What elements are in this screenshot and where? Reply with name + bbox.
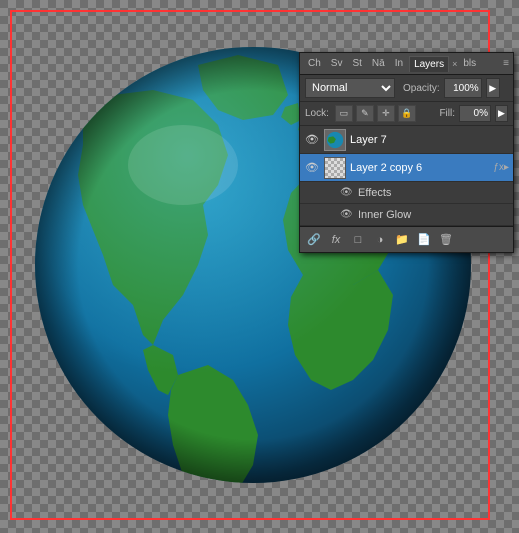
lock-position-btn[interactable]: ✛ <box>377 105 395 122</box>
effect-inner-glow[interactable]: 👁 Inner Glow <box>300 204 513 226</box>
tab-bls[interactable]: bls <box>459 56 480 71</box>
layer-group-btn[interactable]: 📁 <box>392 230 412 250</box>
lock-all-btn[interactable]: 🔒 <box>398 105 416 122</box>
tab-sv[interactable]: Sv <box>327 56 347 71</box>
add-mask-btn[interactable]: □ <box>348 230 368 250</box>
layer-name-layer7: Layer 7 <box>350 134 509 146</box>
panel-menu-icon[interactable]: ≡ <box>503 58 509 69</box>
opacity-input[interactable] <box>444 78 482 98</box>
new-layer-btn[interactable]: 📄 <box>414 230 434 250</box>
layers-panel: Ch Sv St Nā In Layers × bls ≡ Normal Opa… <box>299 52 514 253</box>
effect-header[interactable]: 👁 Effects <box>300 182 513 204</box>
effect-header-eye[interactable]: 👁 <box>340 187 354 198</box>
delete-layer-btn[interactable]: 🗑 <box>436 230 456 250</box>
panel-toolbar: 🔗 fx □ ◑ 📁 📄 🗑 <box>300 226 513 252</box>
link-layers-btn[interactable]: 🔗 <box>304 230 324 250</box>
layer-thumb-layer7 <box>324 129 346 151</box>
layer-item-layer2copy6[interactable]: 👁 Layer 2 copy 6 ƒx▸ <box>300 154 513 182</box>
blend-row: Normal Opacity: ▶ <box>300 75 513 102</box>
tab-st[interactable]: St <box>348 56 365 71</box>
lock-image-btn[interactable]: ✎ <box>356 105 374 122</box>
fill-input[interactable] <box>459 105 491 122</box>
layer-name-layer2copy6: Layer 2 copy 6 <box>350 162 487 174</box>
add-style-btn[interactable]: fx <box>326 230 346 250</box>
tab-ch[interactable]: Ch <box>304 56 325 71</box>
tab-layers[interactable]: Layers <box>409 56 449 72</box>
layer-item-layer7[interactable]: 👁 Layer 7 <box>300 126 513 154</box>
blend-mode-select[interactable]: Normal <box>305 78 395 98</box>
opacity-arrow[interactable]: ▶ <box>486 78 500 98</box>
lock-icons: ▭ ✎ ✛ 🔒 <box>335 105 416 122</box>
effect-header-name: Effects <box>358 187 391 199</box>
effect-inner-glow-name: Inner Glow <box>358 209 411 221</box>
adjustment-layer-btn[interactable]: ◑ <box>370 230 390 250</box>
tab-na[interactable]: Nā <box>368 56 389 71</box>
layer-visibility-layer7[interactable]: 👁 <box>304 132 320 148</box>
fill-arrow[interactable]: ▶ <box>495 105 508 122</box>
lock-transparent-btn[interactable]: ▭ <box>335 105 353 122</box>
effect-inner-glow-eye[interactable]: 👁 <box>340 209 354 220</box>
lock-label: Lock: <box>305 108 329 119</box>
layer-visibility-layer2copy6[interactable]: 👁 <box>304 160 320 176</box>
tab-in[interactable]: In <box>391 56 407 71</box>
panel-tabs: Ch Sv St Nā In Layers × bls ≡ <box>300 53 513 75</box>
layer-thumb-layer2copy6 <box>324 157 346 179</box>
canvas-area: Ch Sv St Nā In Layers × bls ≡ Normal Opa… <box>0 0 519 533</box>
lock-row: Lock: ▭ ✎ ✛ 🔒 Fill: ▶ <box>300 102 513 126</box>
opacity-label: Opacity: <box>403 83 440 94</box>
layers-content: 👁 Layer 7 👁 Layer 2 copy 6 ƒx▸ 👁 <box>300 126 513 226</box>
tab-close[interactable]: × <box>452 59 457 69</box>
layer-fx-icon: ƒx▸ <box>493 162 509 173</box>
fill-label: Fill: <box>439 108 455 119</box>
